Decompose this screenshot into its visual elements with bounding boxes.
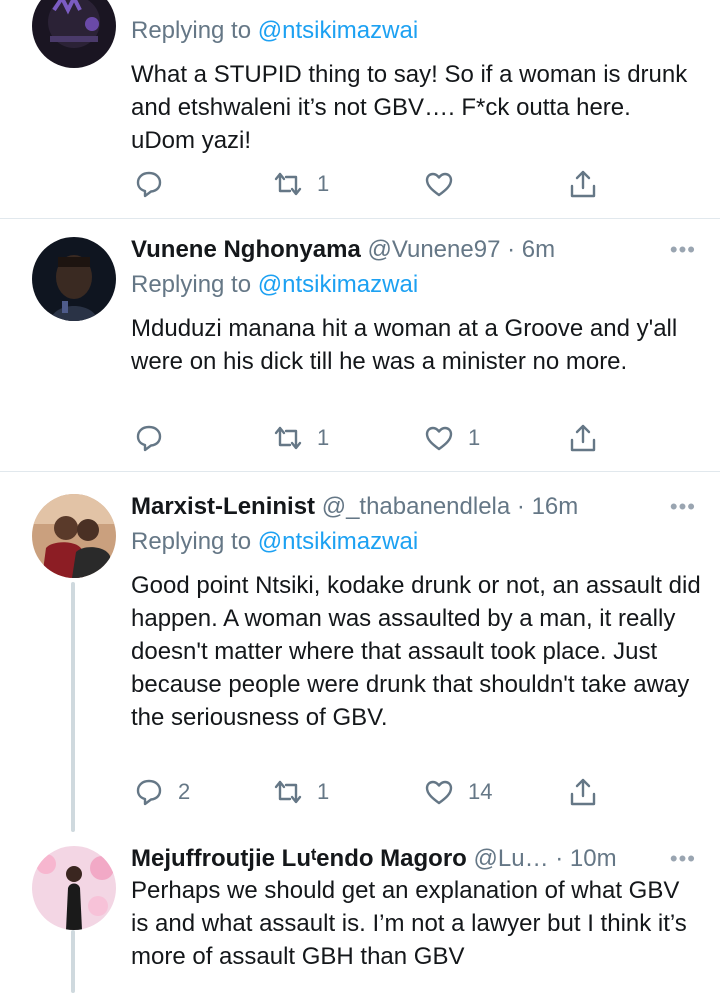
handle[interactable]: @Lu… xyxy=(474,845,549,872)
mention-link[interactable]: @ntsikimazwai xyxy=(258,271,418,298)
tweet-text: What a STUPID thing to say! So if a woma… xyxy=(131,61,688,154)
timestamp[interactable]: · 10m xyxy=(555,845,616,872)
timestamp[interactable]: · 16m xyxy=(517,493,578,520)
retweet-button[interactable]: 1 xyxy=(273,774,329,810)
tweet-header: Marxist-Leninist @_thabanendlela · 16m xyxy=(131,490,578,524)
share-button[interactable] xyxy=(568,166,598,202)
tweet-text: Good point Ntsiki, kodake drunk or not, … xyxy=(131,572,701,731)
tweet-2[interactable]: Vunene Nghonyama @Vunene97 · 6m ••• Repl… xyxy=(0,219,720,471)
more-icon[interactable]: ••• xyxy=(670,233,696,267)
like-icon xyxy=(424,777,454,807)
retweet-count: 1 xyxy=(317,425,330,450)
avatar[interactable] xyxy=(32,0,116,68)
share-icon xyxy=(568,169,598,199)
tweet-header: Mejuffroutjie Luᵗendo Magoro @Lu… · 10m xyxy=(131,842,617,876)
replying-to: Replying to @ntsikimazwai xyxy=(131,271,419,298)
more-icon[interactable]: ••• xyxy=(670,490,696,524)
tweet-3[interactable]: Marxist-Leninist @_thabanendlela · 16m •… xyxy=(0,472,720,832)
reply-icon xyxy=(134,423,164,453)
like-button[interactable]: 1 xyxy=(424,420,480,456)
retweet-icon xyxy=(273,777,303,807)
share-button[interactable] xyxy=(568,420,598,456)
like-button[interactable] xyxy=(424,166,468,202)
reply-button[interactable] xyxy=(134,166,178,202)
mention-link[interactable]: @ntsikimazwai xyxy=(258,17,418,44)
reply-icon xyxy=(134,777,164,807)
like-button[interactable]: 14 xyxy=(424,774,492,810)
timestamp[interactable]: · 6m xyxy=(507,236,555,263)
like-count: 14 xyxy=(468,779,493,804)
avatar[interactable] xyxy=(32,846,116,930)
display-name[interactable]: Mejuffroutjie Luᵗendo Magoro xyxy=(131,845,467,872)
reply-icon xyxy=(134,169,164,199)
like-icon xyxy=(424,423,454,453)
tweet-4[interactable]: Mejuffroutjie Luᵗendo Magoro @Lu… · 10m … xyxy=(0,832,720,993)
retweet-icon xyxy=(273,169,303,199)
retweet-button[interactable]: 1 xyxy=(273,166,329,202)
display-name[interactable]: Vunene Nghonyama xyxy=(131,236,361,263)
tweet-1[interactable]: Replying to @ntsikimazwai What a STUPID … xyxy=(0,0,720,218)
avatar[interactable] xyxy=(32,494,116,578)
display-name[interactable]: Marxist-Leninist xyxy=(131,493,315,520)
like-count: 1 xyxy=(468,425,481,450)
share-icon xyxy=(568,777,598,807)
tweet-actions: 1 xyxy=(0,166,720,202)
more-icon[interactable]: ••• xyxy=(670,842,696,876)
replying-to: Replying to @ntsikimazwai xyxy=(131,528,419,555)
tweet-actions: 1 1 xyxy=(0,420,720,456)
handle[interactable]: @_thabanendlela xyxy=(322,493,511,520)
retweet-count: 1 xyxy=(317,779,330,804)
reply-button[interactable]: 2 xyxy=(134,774,190,810)
tweet-text: Mduduzi manana hit a woman at a Groove a… xyxy=(131,315,678,375)
like-icon xyxy=(424,169,454,199)
share-button[interactable] xyxy=(568,774,598,810)
retweet-icon xyxy=(273,423,303,453)
retweet-count: 1 xyxy=(317,171,330,196)
reply-count: 2 xyxy=(178,779,191,804)
mention-link[interactable]: @ntsikimazwai xyxy=(258,528,418,555)
replying-to: Replying to @ntsikimazwai xyxy=(131,17,419,44)
share-icon xyxy=(568,423,598,453)
reply-button[interactable] xyxy=(134,420,178,456)
tweet-actions: 2 1 14 xyxy=(0,774,720,810)
tweet-text: Perhaps we should get an explanation of … xyxy=(131,877,687,970)
retweet-button[interactable]: 1 xyxy=(273,420,329,456)
avatar[interactable] xyxy=(32,237,116,321)
handle[interactable]: @Vunene97 xyxy=(368,236,501,263)
tweet-header: Vunene Nghonyama @Vunene97 · 6m xyxy=(131,233,555,267)
